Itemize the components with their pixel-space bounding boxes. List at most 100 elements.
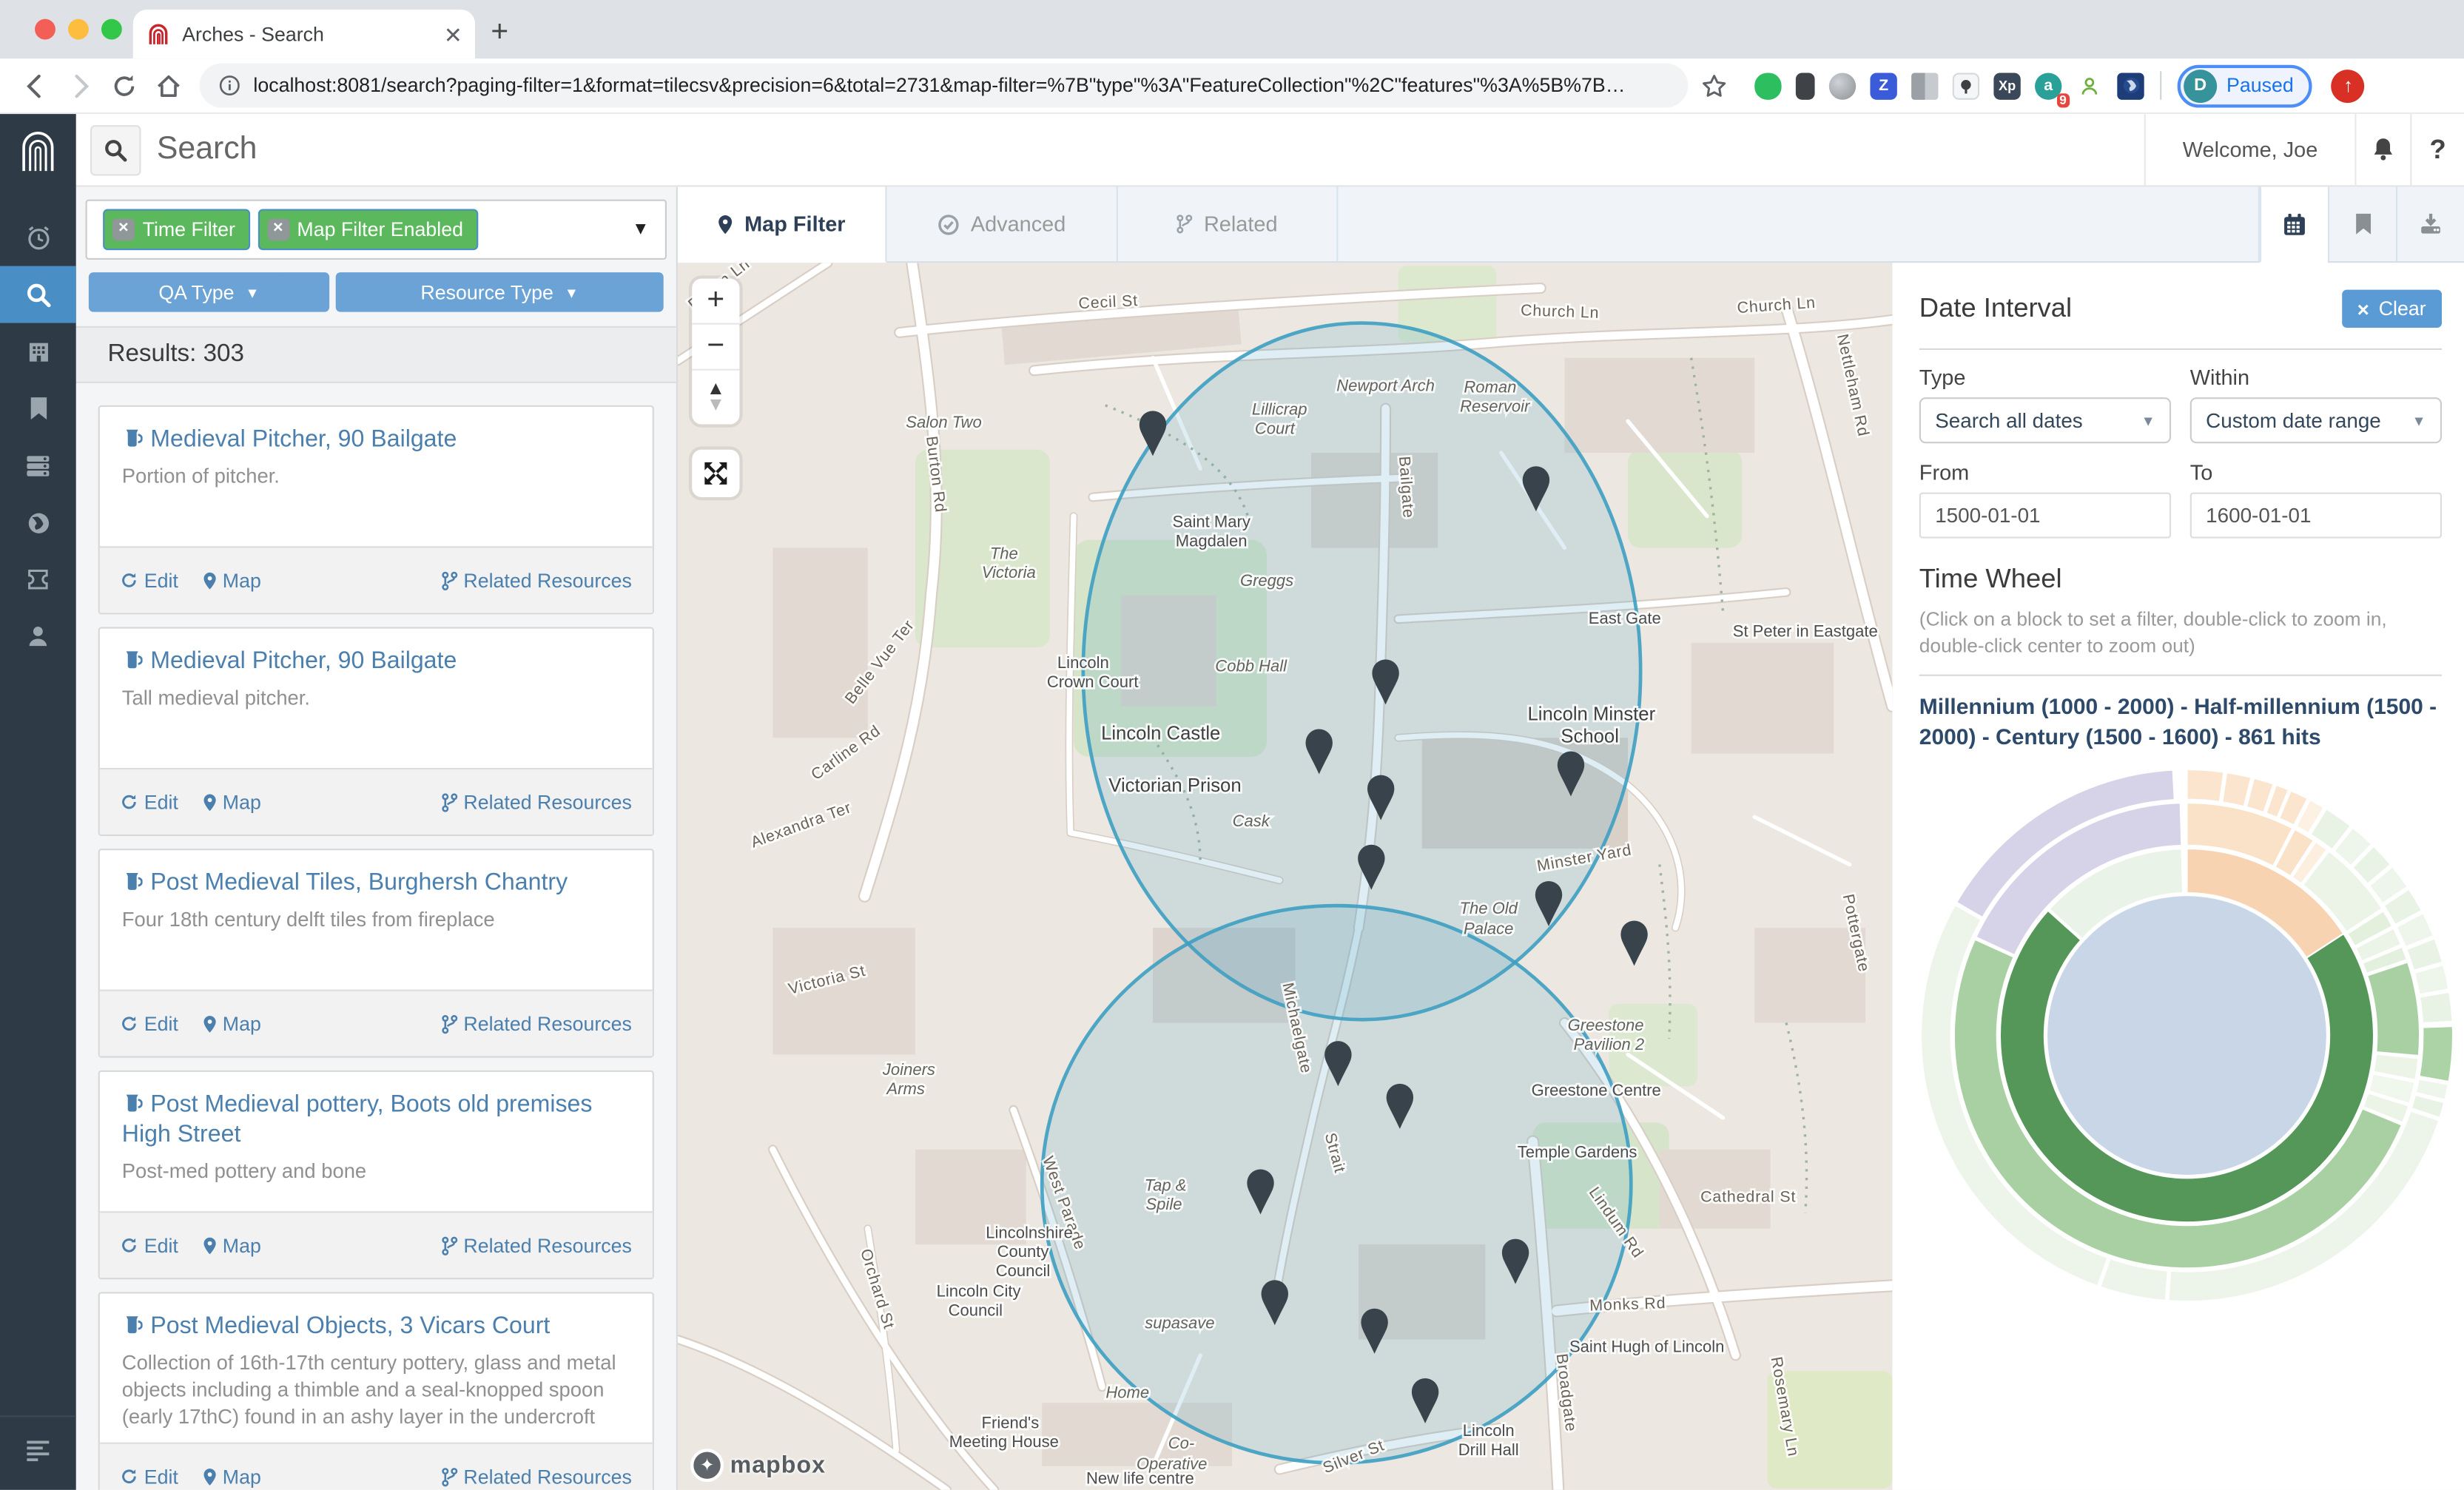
tab-export[interactable] bbox=[2396, 187, 2464, 262]
result-title-link[interactable]: Post Medieval Objects, 3 Vicars Court bbox=[122, 1312, 630, 1342]
extension-evernote-icon[interactable] bbox=[1754, 72, 1781, 98]
edit-link[interactable]: Edit bbox=[121, 1013, 178, 1035]
sidebar-item-bookmarks[interactable] bbox=[0, 380, 76, 437]
browser-update-icon[interactable]: ↑ bbox=[2332, 69, 2365, 102]
tab-time-filter[interactable] bbox=[2260, 187, 2328, 263]
map-link[interactable]: Map bbox=[202, 1466, 261, 1489]
map-link[interactable]: Map bbox=[202, 1013, 261, 1035]
map-link[interactable]: Map bbox=[202, 1234, 261, 1256]
arches-logo[interactable] bbox=[0, 114, 76, 186]
timewheel-segment[interactable] bbox=[2187, 769, 2224, 802]
tab-close-icon[interactable]: ✕ bbox=[444, 23, 462, 45]
extension-sphere-icon[interactable] bbox=[1829, 72, 1856, 98]
map-row: Rasen LnCecil StChurch LnChurch LnNettle… bbox=[678, 263, 2464, 1490]
new-tab-button[interactable]: + bbox=[491, 16, 508, 50]
mapbox-attribution[interactable]: ✦ mapbox bbox=[690, 1449, 826, 1482]
profile-chip[interactable]: D Paused bbox=[2178, 64, 2313, 107]
maximize-window-button[interactable] bbox=[101, 19, 122, 40]
timewheel-center[interactable] bbox=[2047, 896, 2326, 1175]
browser-tab[interactable]: Arches - Search ✕ bbox=[133, 10, 475, 58]
zoom-in-button[interactable]: + bbox=[692, 279, 739, 325]
related-resources-link[interactable]: Related Resources bbox=[441, 1013, 631, 1035]
time-wheel-chart[interactable] bbox=[1913, 761, 2442, 1317]
result-title-link[interactable]: Medieval Pitcher, 90 Bailgate bbox=[122, 426, 630, 456]
related-resources-link[interactable]: Related Resources bbox=[441, 1466, 631, 1489]
remove-filter-icon[interactable]: × bbox=[112, 218, 135, 240]
edit-link[interactable]: Edit bbox=[121, 569, 178, 591]
related-resources-link[interactable]: Related Resources bbox=[441, 569, 631, 591]
active-filters-box[interactable]: × Time Filter × Map Filter Enabled ▼ bbox=[86, 200, 667, 260]
date-within-select[interactable]: Custom date range ▼ bbox=[2190, 397, 2442, 443]
user-menu[interactable]: Welcome, Joe bbox=[2144, 113, 2355, 186]
map-canvas[interactable]: Rasen LnCecil StChurch LnChurch LnNettle… bbox=[678, 263, 1892, 1490]
tab-advanced[interactable]: Advanced bbox=[886, 187, 1117, 262]
clear-filter-button[interactable]: × Clear bbox=[2341, 290, 2442, 328]
bookmark-star-icon[interactable] bbox=[1694, 67, 1732, 104]
timewheel-segment[interactable] bbox=[2420, 992, 2452, 1023]
related-resources-link[interactable]: Related Resources bbox=[441, 1234, 631, 1256]
sidebar-item-database[interactable] bbox=[0, 437, 76, 494]
date-within-value: Custom date range bbox=[2206, 408, 2381, 432]
edit-link[interactable]: Edit bbox=[121, 1466, 178, 1489]
sidebar-item-profile[interactable] bbox=[0, 608, 76, 665]
edit-link[interactable]: Edit bbox=[121, 1234, 178, 1256]
timewheel-segment[interactable] bbox=[2420, 1026, 2454, 1082]
filters-dropdown-caret[interactable]: ▼ bbox=[632, 220, 649, 239]
extension-globe-icon[interactable] bbox=[2117, 72, 2144, 98]
related-resources-link[interactable]: Related Resources bbox=[441, 791, 631, 813]
map-link[interactable]: Map bbox=[202, 569, 261, 591]
zoom-out-button[interactable]: − bbox=[692, 325, 739, 371]
timewheel-segment[interactable] bbox=[2222, 772, 2251, 806]
tab-saved-searches[interactable] bbox=[2328, 187, 2396, 262]
result-title-link[interactable]: Post Medieval pottery, Boots old premise… bbox=[122, 1091, 630, 1150]
forward-button[interactable] bbox=[60, 67, 98, 104]
extension-xp-letter: Xp bbox=[1999, 78, 2016, 93]
tab-related[interactable]: Related bbox=[1118, 187, 1338, 262]
search-input[interactable]: Search bbox=[157, 132, 2144, 168]
to-date-input[interactable] bbox=[2190, 493, 2442, 539]
sidebar-item-map-layers[interactable] bbox=[0, 551, 76, 608]
map-label: Palace bbox=[1464, 920, 1513, 938]
reload-button[interactable] bbox=[104, 67, 142, 104]
sidebar-item-globe[interactable] bbox=[0, 494, 76, 551]
remove-filter-icon[interactable]: × bbox=[267, 218, 289, 240]
filter-chip-map[interactable]: × Map Filter Enabled bbox=[257, 209, 477, 250]
results-list[interactable]: Medieval Pitcher, 90 Bailgate Portion of… bbox=[76, 383, 676, 1490]
extension-grid-icon[interactable] bbox=[1911, 72, 1938, 98]
timewheel-segment[interactable] bbox=[2367, 962, 2420, 1056]
sunburst-svg[interactable] bbox=[1913, 761, 2460, 1309]
result-title-link[interactable]: Medieval Pitcher, 90 Bailgate bbox=[122, 647, 630, 677]
compass-control[interactable]: ▲▼ bbox=[692, 371, 739, 425]
notifications-button[interactable] bbox=[2354, 113, 2410, 186]
address-bar[interactable]: localhost:8081/search?paging-filter=1&fo… bbox=[200, 64, 1689, 108]
help-button[interactable]: ? bbox=[2410, 113, 2464, 186]
minimize-window-button[interactable] bbox=[68, 19, 89, 40]
sidebar-item-search[interactable] bbox=[0, 266, 76, 323]
map-pan-button[interactable] bbox=[692, 450, 739, 497]
extension-z-icon[interactable]: Z bbox=[1870, 72, 1896, 98]
map-link[interactable]: Map bbox=[202, 791, 261, 813]
extension-geojson-icon[interactable] bbox=[1953, 72, 1979, 98]
edit-link[interactable]: Edit bbox=[121, 791, 178, 813]
filter-chip-time[interactable]: × Time Filter bbox=[103, 209, 249, 250]
qa-type-button[interactable]: QA Type▼ bbox=[89, 272, 329, 312]
site-info-icon[interactable] bbox=[218, 75, 240, 97]
sidebar-item-recent[interactable] bbox=[0, 209, 76, 266]
date-type-select[interactable]: Search all dates ▼ bbox=[1919, 397, 2171, 443]
window-controls[interactable] bbox=[35, 19, 122, 40]
home-button[interactable] bbox=[149, 67, 186, 104]
extension-device-icon[interactable] bbox=[1796, 72, 1815, 98]
close-window-button[interactable] bbox=[35, 19, 55, 40]
screenshot-stage: Arches - Search ✕ + localhost:8081/searc… bbox=[0, 0, 2464, 1490]
extension-person-icon[interactable] bbox=[2076, 72, 2103, 98]
resource-type-button[interactable]: Resource Type▼ bbox=[336, 272, 664, 312]
back-button[interactable] bbox=[16, 67, 53, 104]
from-date-input[interactable] bbox=[1919, 493, 2171, 539]
search-icon-box[interactable] bbox=[90, 124, 141, 175]
extension-archweb-icon[interactable]: a9 bbox=[2035, 72, 2061, 98]
result-title-link[interactable]: Post Medieval Tiles, Burghersh Chantry bbox=[122, 869, 630, 899]
sidebar-menu-toggle[interactable] bbox=[0, 1415, 76, 1490]
sidebar-item-resources[interactable] bbox=[0, 323, 76, 380]
tab-map-filter[interactable]: Map Filter bbox=[678, 187, 886, 263]
extension-xp-icon[interactable]: Xp bbox=[1993, 72, 2020, 98]
